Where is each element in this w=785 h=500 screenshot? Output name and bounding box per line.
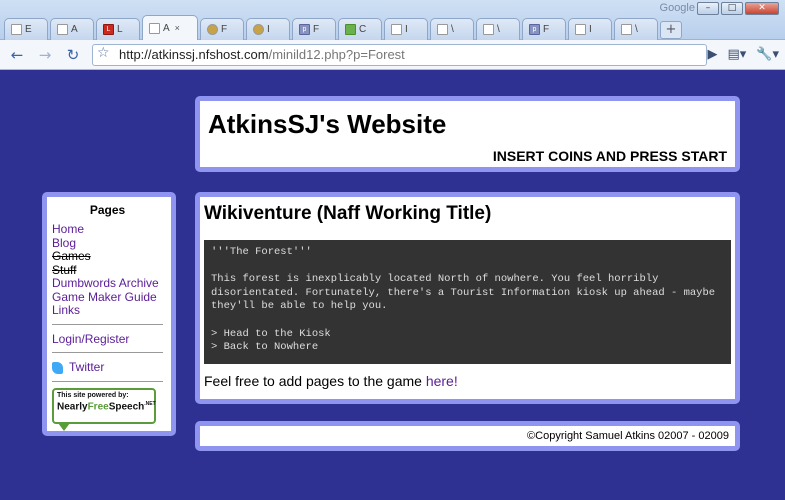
register-link[interactable]: Register [85, 332, 130, 346]
twitter-link[interactable]: Twitter [69, 360, 104, 375]
sidebar-link[interactable]: Dumbwords Archive [52, 276, 163, 291]
owl-favicon-icon [207, 24, 218, 35]
browser-tab[interactable]: F [200, 18, 244, 40]
contribute-note: Feel free to add pages to the game here! [204, 373, 731, 389]
browser-tab[interactable]: \ [614, 18, 658, 40]
sidebar-link[interactable]: Home [52, 222, 163, 237]
tab-label: \ [635, 24, 638, 35]
back-arrow-icon[interactable]: ← [6, 44, 28, 66]
close-tab-icon[interactable]: × [175, 23, 180, 33]
sidebar-title: Pages [89, 203, 126, 217]
site-tagline: INSERT COINS AND PRESS START [492, 148, 727, 164]
sidebar-divider [52, 323, 163, 325]
browser-brand: Google [659, 2, 695, 14]
browser-tab[interactable]: C [338, 18, 382, 40]
browser-tab[interactable]: I [384, 18, 428, 40]
site-header: AtkinsSJ's Website INSERT COINS AND PRES… [195, 96, 740, 172]
browser-tab[interactable]: A [50, 18, 94, 40]
sidebar-link[interactable]: Game Maker Guide [52, 290, 163, 305]
page-favicon-icon [437, 24, 448, 35]
bookmark-star-icon[interactable]: ☆ [97, 45, 110, 61]
tab-label: I [267, 24, 270, 35]
page-favicon-icon [11, 24, 22, 35]
sidebar-link[interactable]: Links [52, 303, 163, 318]
close-window-icon[interactable]: ✕ [745, 2, 779, 15]
login-register: Login/Register [52, 332, 163, 347]
page-favicon-icon [621, 24, 632, 35]
tab-label: \ [497, 24, 500, 35]
browser-tab[interactable]: I [246, 18, 290, 40]
tab-label: C [359, 24, 367, 35]
main-content: Wikiventure (Naff Working Title) '''The … [195, 192, 740, 404]
sidebar: Pages Home Blog Games Stuff Dumbwords Archiv… [42, 192, 176, 436]
window-controls: – □ ✕ [697, 2, 779, 15]
forward-arrow-icon[interactable]: → [34, 44, 56, 66]
browser-tab[interactable]: pF [522, 18, 566, 40]
php-favicon-icon: p [529, 24, 540, 35]
browser-titlebar: Google – □ ✕ E A L L A × F Ip F C I \ \ p F I \ + [0, 0, 785, 40]
wrench-menu-icon[interactable]: 🔧▾ [756, 44, 779, 66]
browser-tab[interactable]: I [568, 18, 612, 40]
site-title: AtkinsSJ's Website [208, 109, 447, 139]
url-path: /minild12.php?p=Forest [268, 47, 405, 62]
login-link[interactable]: Login [52, 332, 81, 346]
tab-label: E [25, 24, 32, 35]
sidebar-divider [52, 380, 163, 382]
minimize-icon[interactable]: – [697, 2, 719, 15]
browser-tab[interactable]: LL [96, 18, 140, 40]
sidebar-link[interactable]: Blog [52, 236, 163, 251]
nearlyfreespeech-badge[interactable]: This site powered by: NearlyFreeSpeech.N… [52, 387, 156, 431]
browser-tab[interactable]: pF [292, 18, 336, 40]
twitter-bird-icon [52, 361, 63, 374]
badge-logo-text: NearlyFreeSpeech.NET [57, 400, 156, 412]
page-favicon-icon [149, 22, 160, 34]
browser-tab[interactable]: E [4, 18, 48, 40]
twitter-row[interactable]: Twitter [52, 360, 163, 375]
page-favicon-icon [483, 24, 494, 35]
tab-label: I [405, 24, 408, 35]
owl-favicon-icon [253, 24, 264, 35]
contribute-text: Feel free to add pages to the game [204, 373, 426, 389]
tab-label: I [589, 24, 592, 35]
tab-label: F [221, 24, 228, 35]
address-bar[interactable]: ☆ http://atkinssj.nfshost.com/minild12.p… [92, 44, 707, 66]
browser-tab[interactable]: A × [142, 15, 198, 40]
sidebar-link[interactable]: Stuff [52, 263, 163, 278]
go-play-icon[interactable]: ▶ [707, 44, 717, 66]
maximize-icon[interactable]: □ [721, 2, 743, 15]
browser-tab[interactable]: \ [476, 18, 520, 40]
tab-label: F [313, 24, 320, 35]
tab-label: \ [451, 24, 454, 35]
toolbar-actions: ▶ ▤▾ 🔧▾ [707, 44, 779, 66]
tab-strip: E A L L A × F Ip F C I \ \ p F I \ + [4, 15, 682, 40]
sidebar-divider [52, 352, 163, 353]
new-tab-icon[interactable]: + [660, 21, 682, 39]
browser-toolbar: ← → ↻ ☆ http://atkinssj.nfshost.com/mini… [0, 40, 785, 70]
green-favicon-icon [345, 24, 356, 35]
contribute-link[interactable]: here! [426, 373, 458, 389]
page-title: Wikiventure (Naff Working Title) [204, 203, 492, 224]
ld-favicon-icon: L [103, 24, 114, 35]
tab-label: L [117, 24, 123, 35]
game-text-box: '''The Forest''' This forest is inexplic… [204, 240, 731, 364]
page-favicon-icon [57, 24, 68, 35]
page-menu-icon[interactable]: ▤▾ [727, 44, 746, 66]
sidebar-links: Home Blog Games Stuff Dumbwords Archive Game … [52, 222, 163, 318]
browser-tab[interactable]: \ [430, 18, 474, 40]
tab-label: A [71, 24, 78, 35]
tab-label: A [163, 22, 170, 34]
page-favicon-icon [575, 24, 586, 35]
sidebar-link[interactable]: Games [52, 249, 163, 264]
php-favicon-icon: p [299, 24, 310, 35]
badge-caption: This site powered by: [57, 391, 129, 399]
page-favicon-icon [391, 24, 402, 35]
reload-icon[interactable]: ↻ [62, 44, 84, 66]
site-footer: ©Copyright Samuel Atkins 02007 - 02009 [195, 421, 740, 451]
copyright-text: ©Copyright Samuel Atkins 02007 - 02009 [527, 430, 729, 442]
url-host: http://atkinssj.nfshost.com [119, 47, 269, 62]
tab-label: F [543, 24, 550, 35]
